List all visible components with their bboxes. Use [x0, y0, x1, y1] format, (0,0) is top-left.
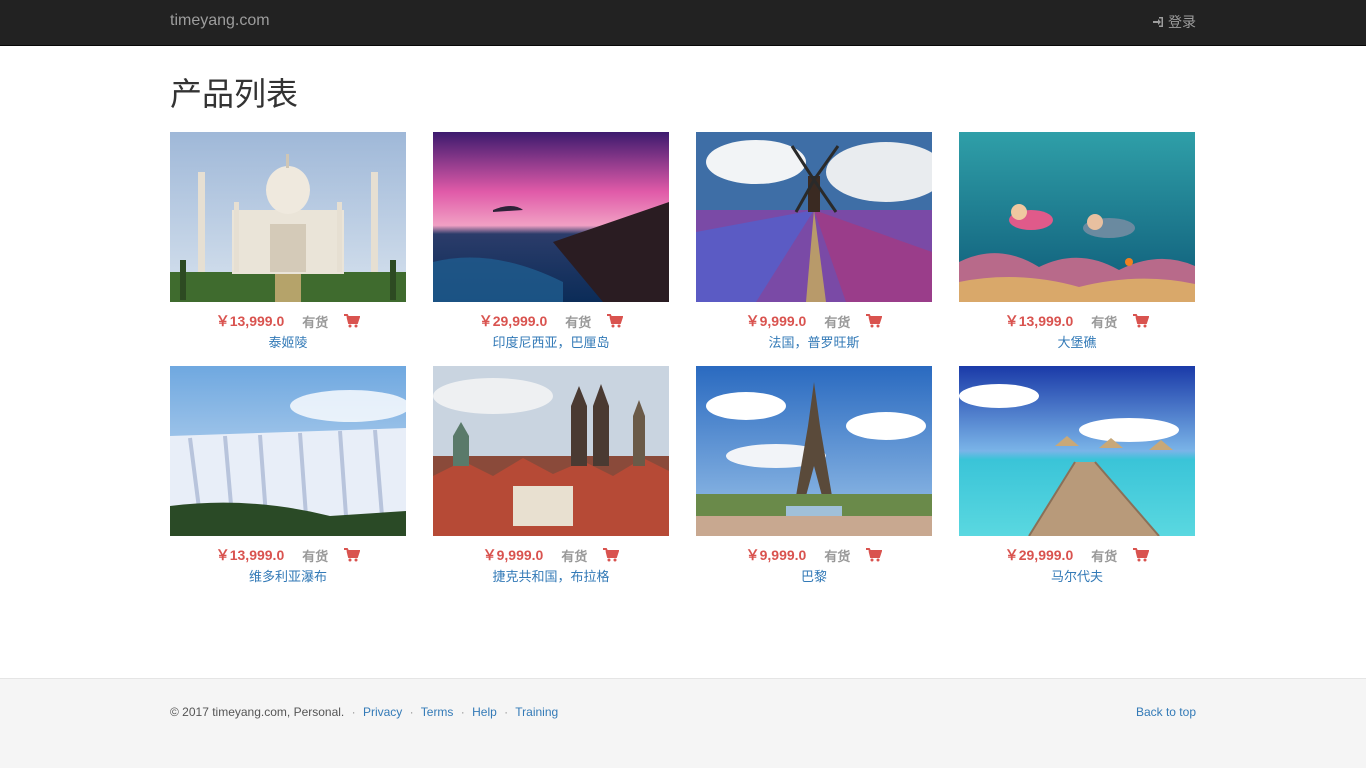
product-price: ￥13,999.0 — [215, 547, 285, 563]
product-image[interactable] — [959, 132, 1195, 302]
product-card: ￥29,999.0 有货 印度尼西亚，巴厘岛 — [433, 132, 669, 356]
product-image[interactable] — [170, 366, 406, 536]
product-card: ￥29,999.0 有货 马尔代夫 — [959, 366, 1195, 590]
stock-status: 有货 — [565, 315, 592, 331]
product-image[interactable] — [696, 366, 932, 536]
product-card: ￥9,999.0 有货 捷克共和国，布拉格 — [433, 366, 669, 590]
reef-image — [959, 132, 1195, 302]
product-card: ￥9,999.0 有货 法国，普罗旺斯 — [696, 132, 932, 356]
product-card: ￥9,999.0 有货 巴黎 — [696, 366, 932, 590]
product-title[interactable]: 马尔代夫 — [959, 566, 1195, 585]
product-title[interactable]: 印度尼西亚，巴厘岛 — [433, 332, 669, 351]
product-price: ￥13,999.0 — [215, 313, 285, 329]
product-price: ￥9,999.0 — [745, 547, 807, 563]
product-price: ￥9,999.0 — [482, 547, 544, 563]
cart-icon[interactable] — [603, 548, 620, 562]
cart-icon[interactable] — [866, 314, 883, 328]
taj-mahal-image — [170, 132, 406, 302]
product-title[interactable]: 法国，普罗旺斯 — [696, 332, 932, 351]
product-title[interactable]: 泰姬陵 — [170, 332, 406, 351]
product-title[interactable]: 巴黎 — [696, 566, 932, 585]
back-to-top-link[interactable]: Back to top — [1136, 705, 1196, 719]
stock-status: 有货 — [1091, 549, 1118, 565]
product-card: ￥13,999.0 有货 泰姬陵 — [170, 132, 406, 356]
page-title: 产品列表 — [170, 75, 299, 113]
sign-in-icon — [1153, 17, 1163, 27]
eiffel-tower-image — [696, 366, 932, 536]
footer-link-privacy[interactable]: Privacy — [363, 705, 402, 719]
stock-status: 有货 — [302, 549, 329, 565]
cart-icon[interactable] — [344, 314, 361, 328]
login-link[interactable]: 登录 — [1152, 12, 1196, 32]
stock-status: 有货 — [824, 549, 851, 565]
login-label: 登录 — [1168, 15, 1196, 31]
navbar: timeyang.com 登录 — [0, 0, 1366, 46]
cart-icon[interactable] — [866, 548, 883, 562]
product-title[interactable]: 维多利亚瀑布 — [170, 566, 406, 585]
cart-icon[interactable] — [1133, 548, 1150, 562]
maldives-image — [959, 366, 1195, 536]
product-price: ￥29,999.0 — [478, 313, 548, 329]
product-image[interactable] — [170, 132, 406, 302]
windmill-image — [696, 132, 932, 302]
sunset-image — [433, 132, 669, 302]
brand-link[interactable]: timeyang.com — [170, 12, 270, 30]
stock-status: 有货 — [824, 315, 851, 331]
footer-left: © 2017 timeyang.com, Personal. · Privacy… — [170, 705, 559, 719]
product-image[interactable] — [959, 366, 1195, 536]
copyright-text: © 2017 timeyang.com, Personal. — [170, 705, 345, 719]
cart-icon[interactable] — [607, 314, 624, 328]
product-image[interactable] — [696, 132, 932, 302]
cart-icon[interactable] — [1133, 314, 1150, 328]
cart-icon[interactable] — [344, 548, 361, 562]
product-price: ￥13,999.0 — [1004, 313, 1074, 329]
product-grid: ￥13,999.0 有货 泰姬陵 ￥29,999.0 有货 印度尼西亚，巴厘岛 … — [170, 132, 1196, 590]
footer-link-training[interactable]: Training — [515, 705, 558, 719]
prague-image — [433, 366, 669, 536]
footer: © 2017 timeyang.com, Personal. · Privacy… — [0, 678, 1366, 768]
footer-link-terms[interactable]: Terms — [421, 705, 454, 719]
product-title[interactable]: 大堡礁 — [959, 332, 1195, 351]
waterfall-image — [170, 366, 406, 536]
stock-status: 有货 — [561, 549, 588, 565]
product-price: ￥29,999.0 — [1004, 547, 1074, 563]
stock-status: 有货 — [1091, 315, 1118, 331]
product-image[interactable] — [433, 366, 669, 536]
product-card: ￥13,999.0 有货 大堡礁 — [959, 132, 1195, 356]
main-content: 产品列表 ￥13,999.0 有货 泰姬陵 ￥29,999.0 有货 印度尼西亚… — [170, 78, 1196, 590]
product-price: ￥9,999.0 — [745, 313, 807, 329]
product-title[interactable]: 捷克共和国，布拉格 — [433, 566, 669, 585]
footer-link-help[interactable]: Help — [472, 705, 497, 719]
stock-status: 有货 — [302, 315, 329, 331]
product-card: ￥13,999.0 有货 维多利亚瀑布 — [170, 366, 406, 590]
product-image[interactable] — [433, 132, 669, 302]
